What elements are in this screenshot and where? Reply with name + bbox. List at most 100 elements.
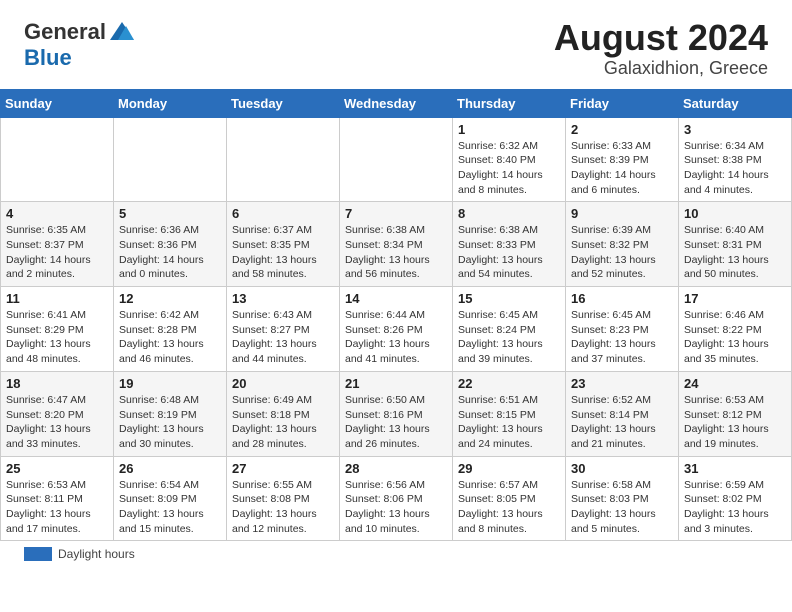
calendar-cell: 15 Sunrise: 6:45 AMSunset: 8:24 PMDayligh…	[453, 287, 566, 372]
calendar-cell: 8Sunrise: 6:38 AMSunset: 8:33 PMDaylight…	[453, 202, 566, 287]
calendar-cell	[1, 117, 114, 202]
calendar-cell: 26 Sunrise: 6:54 AMSunset: 8:09 PMDayligh…	[114, 456, 227, 541]
day-number: 8	[458, 206, 560, 221]
logo: General Blue	[24, 18, 136, 70]
calendar-cell	[227, 117, 340, 202]
day-info: Sunrise: 6:36 AMSunset: 8:36 PMDaylight:…	[119, 223, 221, 282]
day-number: 6	[232, 206, 334, 221]
calendar-cell	[340, 117, 453, 202]
calendar-cell: 10Sunrise: 6:40 AMSunset: 8:31 PMDayligh…	[679, 202, 792, 287]
day-info: Sunrise: 6:39 AMSunset: 8:32 PMDaylight:…	[571, 223, 673, 282]
calendar-cell: 18 Sunrise: 6:47 AMSunset: 8:20 PMDayligh…	[1, 371, 114, 456]
day-number: 18	[6, 376, 108, 391]
logo-blue: Blue	[24, 45, 72, 70]
calendar-cell: 5Sunrise: 6:36 AMSunset: 8:36 PMDaylight…	[114, 202, 227, 287]
day-number: 14	[345, 291, 447, 306]
calendar-cell: 14Sunrise: 6:44 AMSunset: 8:26 PMDayligh…	[340, 287, 453, 372]
calendar-cell: 2 Sunrise: 6:33 AMSunset: 8:39 PMDaylight…	[566, 117, 679, 202]
calendar-cell: 23Sunrise: 6:52 AMSunset: 8:14 PMDayligh…	[566, 371, 679, 456]
calendar-cell: 4 Sunrise: 6:35 AMSunset: 8:37 PMDaylight…	[1, 202, 114, 287]
day-info: Sunrise: 6:59 AMSunset: 8:02 PMDaylight:…	[684, 478, 786, 537]
calendar-cell: 7 Sunrise: 6:38 AMSunset: 8:34 PMDaylight…	[340, 202, 453, 287]
logo-general: General	[24, 20, 106, 44]
day-number: 16	[571, 291, 673, 306]
calendar-week-3: 11Sunrise: 6:41 AMSunset: 8:29 PMDayligh…	[1, 287, 792, 372]
day-number: 20	[232, 376, 334, 391]
calendar-cell: 6 Sunrise: 6:37 AMSunset: 8:35 PMDaylight…	[227, 202, 340, 287]
day-number: 26	[119, 461, 221, 476]
day-number: 2	[571, 122, 673, 137]
day-info: Sunrise: 6:45 AMSunset: 8:24 PMDaylight:…	[458, 308, 560, 367]
day-info: Sunrise: 6:55 AMSunset: 8:08 PMDaylight:…	[232, 478, 334, 537]
calendar-cell: 29Sunrise: 6:57 AMSunset: 8:05 PMDayligh…	[453, 456, 566, 541]
calendar-week-5: 25 Sunrise: 6:53 AMSunset: 8:11 PMDayligh…	[1, 456, 792, 541]
day-number: 3	[684, 122, 786, 137]
day-header-thursday: Thursday	[453, 89, 566, 117]
day-number: 22	[458, 376, 560, 391]
calendar-cell: 31 Sunrise: 6:59 AMSunset: 8:02 PMDayligh…	[679, 456, 792, 541]
day-info: Sunrise: 6:34 AMSunset: 8:38 PMDaylight:…	[684, 139, 786, 198]
day-info: Sunrise: 6:51 AMSunset: 8:15 PMDaylight:…	[458, 393, 560, 452]
calendar-cell: 16 Sunrise: 6:45 AMSunset: 8:23 PMDayligh…	[566, 287, 679, 372]
day-header-tuesday: Tuesday	[227, 89, 340, 117]
day-number: 7	[345, 206, 447, 221]
location: Galaxidhion, Greece	[554, 58, 768, 79]
calendar-cell: 28Sunrise: 6:56 AMSunset: 8:06 PMDayligh…	[340, 456, 453, 541]
legend: Daylight hours	[0, 541, 792, 569]
day-info: Sunrise: 6:49 AMSunset: 8:18 PMDaylight:…	[232, 393, 334, 452]
day-number: 13	[232, 291, 334, 306]
day-info: Sunrise: 6:58 AMSunset: 8:03 PMDaylight:…	[571, 478, 673, 537]
calendar-week-4: 18 Sunrise: 6:47 AMSunset: 8:20 PMDayligh…	[1, 371, 792, 456]
day-info: Sunrise: 6:48 AMSunset: 8:19 PMDaylight:…	[119, 393, 221, 452]
day-number: 31	[684, 461, 786, 476]
day-header-friday: Friday	[566, 89, 679, 117]
calendar-cell: 17 Sunrise: 6:46 AMSunset: 8:22 PMDayligh…	[679, 287, 792, 372]
day-number: 30	[571, 461, 673, 476]
calendar-cell: 21 Sunrise: 6:50 AMSunset: 8:16 PMDayligh…	[340, 371, 453, 456]
day-info: Sunrise: 6:38 AMSunset: 8:34 PMDaylight:…	[345, 223, 447, 282]
month-title: August 2024 Galaxidhion, Greece	[554, 18, 768, 79]
day-number: 1	[458, 122, 560, 137]
calendar-week-2: 4 Sunrise: 6:35 AMSunset: 8:37 PMDaylight…	[1, 202, 792, 287]
calendar-cell: 3 Sunrise: 6:34 AMSunset: 8:38 PMDaylight…	[679, 117, 792, 202]
day-info: Sunrise: 6:54 AMSunset: 8:09 PMDaylight:…	[119, 478, 221, 537]
day-number: 11	[6, 291, 108, 306]
calendar-table: SundayMondayTuesdayWednesdayThursdayFrid…	[0, 89, 792, 542]
calendar-cell	[114, 117, 227, 202]
legend-label: Daylight hours	[58, 547, 135, 561]
day-number: 15	[458, 291, 560, 306]
day-info: Sunrise: 6:57 AMSunset: 8:05 PMDaylight:…	[458, 478, 560, 537]
calendar-cell: 27 Sunrise: 6:55 AMSunset: 8:08 PMDayligh…	[227, 456, 340, 541]
day-number: 24	[684, 376, 786, 391]
day-info: Sunrise: 6:42 AMSunset: 8:28 PMDaylight:…	[119, 308, 221, 367]
calendar-cell: 30 Sunrise: 6:58 AMSunset: 8:03 PMDayligh…	[566, 456, 679, 541]
day-number: 28	[345, 461, 447, 476]
day-number: 25	[6, 461, 108, 476]
page-header: General Blue August 2024 Galaxidhion, Gr…	[0, 0, 792, 89]
day-info: Sunrise: 6:53 AMSunset: 8:12 PMDaylight:…	[684, 393, 786, 452]
day-number: 27	[232, 461, 334, 476]
day-info: Sunrise: 6:35 AMSunset: 8:37 PMDaylight:…	[6, 223, 108, 282]
day-info: Sunrise: 6:37 AMSunset: 8:35 PMDaylight:…	[232, 223, 334, 282]
day-info: Sunrise: 6:50 AMSunset: 8:16 PMDaylight:…	[345, 393, 447, 452]
legend-color-box	[24, 547, 52, 561]
day-info: Sunrise: 6:47 AMSunset: 8:20 PMDaylight:…	[6, 393, 108, 452]
day-info: Sunrise: 6:46 AMSunset: 8:22 PMDaylight:…	[684, 308, 786, 367]
day-number: 9	[571, 206, 673, 221]
calendar-cell: 20 Sunrise: 6:49 AMSunset: 8:18 PMDayligh…	[227, 371, 340, 456]
calendar-cell: 1Sunrise: 6:32 AMSunset: 8:40 PMDaylight…	[453, 117, 566, 202]
day-number: 21	[345, 376, 447, 391]
day-info: Sunrise: 6:45 AMSunset: 8:23 PMDaylight:…	[571, 308, 673, 367]
day-info: Sunrise: 6:43 AMSunset: 8:27 PMDaylight:…	[232, 308, 334, 367]
calendar-cell: 13 Sunrise: 6:43 AMSunset: 8:27 PMDayligh…	[227, 287, 340, 372]
day-number: 4	[6, 206, 108, 221]
day-number: 17	[684, 291, 786, 306]
calendar-week-1: 1Sunrise: 6:32 AMSunset: 8:40 PMDaylight…	[1, 117, 792, 202]
day-header-saturday: Saturday	[679, 89, 792, 117]
logo-icon	[108, 18, 136, 46]
calendar-header-row: SundayMondayTuesdayWednesdayThursdayFrid…	[1, 89, 792, 117]
day-header-sunday: Sunday	[1, 89, 114, 117]
calendar-cell: 19Sunrise: 6:48 AMSunset: 8:19 PMDayligh…	[114, 371, 227, 456]
day-info: Sunrise: 6:53 AMSunset: 8:11 PMDaylight:…	[6, 478, 108, 537]
day-info: Sunrise: 6:33 AMSunset: 8:39 PMDaylight:…	[571, 139, 673, 198]
